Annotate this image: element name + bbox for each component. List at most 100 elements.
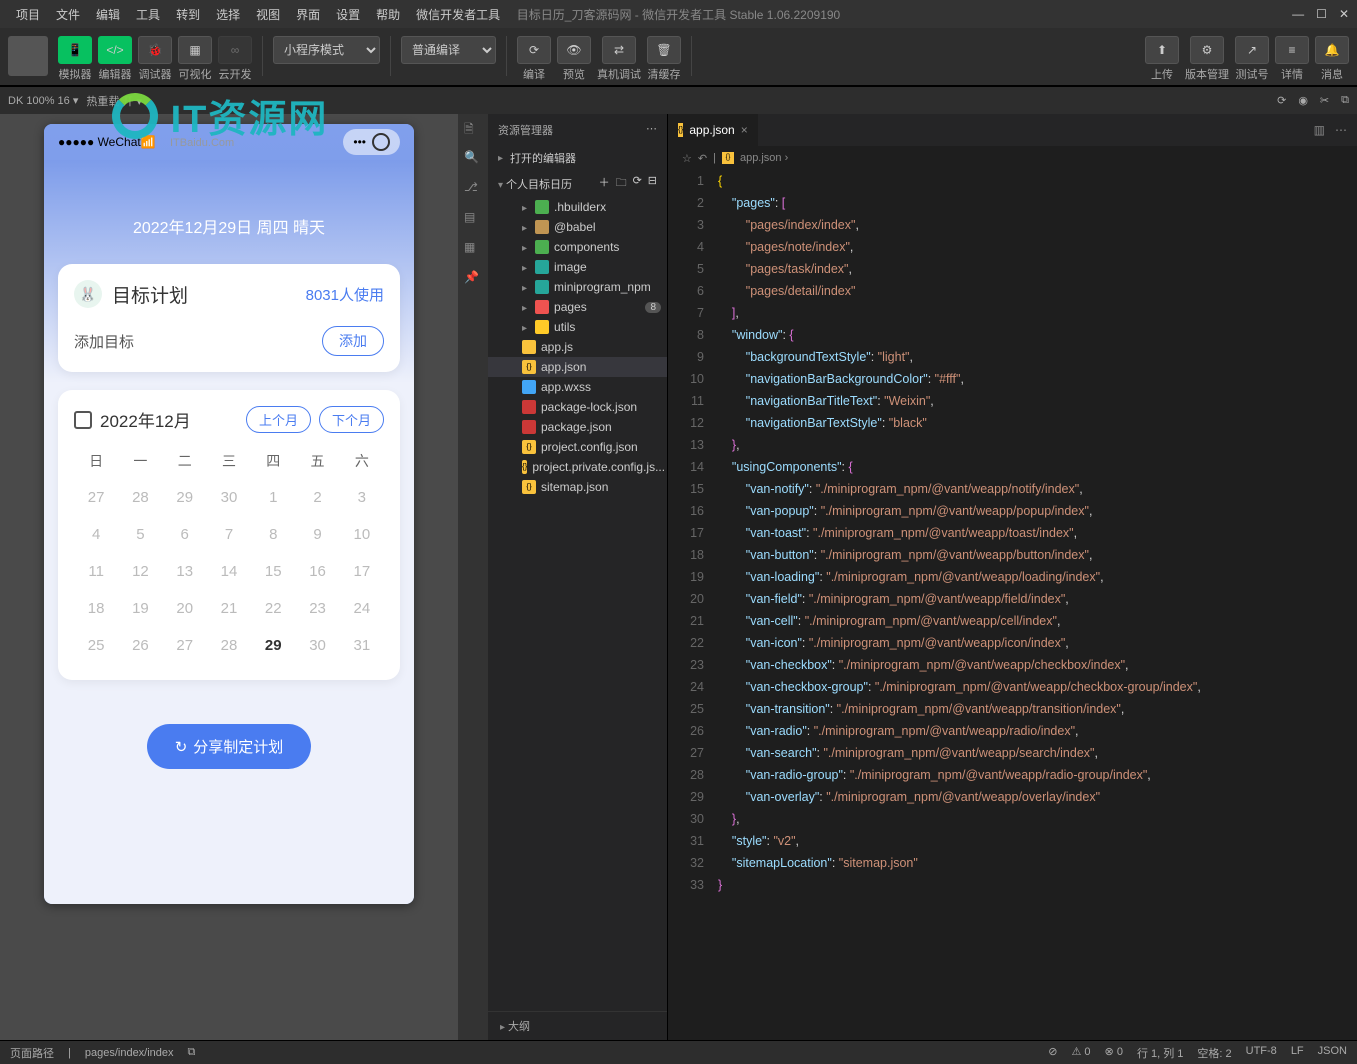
collapse-icon[interactable]: ⊟ bbox=[648, 174, 657, 193]
tree-.hbuilderx[interactable]: .hbuilderx bbox=[488, 197, 667, 217]
minimize-icon[interactable]: — bbox=[1292, 7, 1304, 21]
toolbar-消息[interactable]: 🔔 bbox=[1315, 36, 1349, 64]
toolbar-清缓存[interactable]: 🗑 bbox=[647, 36, 681, 64]
compile-select[interactable]: 普通编译 bbox=[401, 36, 496, 64]
calendar-day[interactable]: 4 bbox=[74, 516, 118, 553]
calendar-day[interactable]: 1 bbox=[251, 479, 295, 516]
calendar-day[interactable]: 16 bbox=[295, 553, 339, 590]
indent-setting[interactable]: 空格: 2 bbox=[1197, 1045, 1231, 1061]
toolbar-模拟器[interactable]: 📱 bbox=[58, 36, 92, 64]
record-icon[interactable]: ◉ bbox=[1298, 94, 1308, 107]
branch-icon[interactable]: ⎇ bbox=[464, 180, 482, 198]
calendar-day[interactable]: 20 bbox=[163, 590, 207, 627]
calendar-day[interactable]: 18 bbox=[74, 590, 118, 627]
encoding[interactable]: UTF-8 bbox=[1246, 1045, 1277, 1061]
tree-app.wxss[interactable]: app.wxss bbox=[488, 377, 667, 397]
cut-icon[interactable]: ✂ bbox=[1320, 94, 1329, 107]
close-icon[interactable]: ✕ bbox=[1339, 7, 1349, 21]
toolbar-真机调试[interactable]: ⇄ bbox=[602, 36, 636, 64]
tree-utils[interactable]: utils bbox=[488, 317, 667, 337]
calendar-day[interactable]: 22 bbox=[251, 590, 295, 627]
calendar-day[interactable]: 17 bbox=[340, 553, 384, 590]
tab-close-icon[interactable]: × bbox=[741, 123, 748, 137]
more-icon[interactable]: ⋯ bbox=[1335, 123, 1347, 137]
toolbar-详情[interactable]: ≡ bbox=[1275, 36, 1309, 64]
refresh-tree-icon[interactable]: ⟳ bbox=[633, 174, 642, 193]
toolbar-可视化[interactable]: ▦ bbox=[178, 36, 212, 64]
warning-count[interactable]: ⚠ 0 bbox=[1072, 1045, 1091, 1061]
menu-帮助[interactable]: 帮助 bbox=[368, 6, 408, 23]
calendar-day[interactable]: 12 bbox=[118, 553, 162, 590]
tree-sitemap.json[interactable]: {}sitemap.json bbox=[488, 477, 667, 497]
split-icon[interactable]: ▥ bbox=[1314, 123, 1325, 137]
calendar-day[interactable]: 13 bbox=[163, 553, 207, 590]
copy-icon[interactable]: ⧉ bbox=[188, 1046, 196, 1059]
tab-app-json[interactable]: {} app.json × bbox=[668, 114, 759, 146]
code-area[interactable]: 1234567891011121314151617181920212223242… bbox=[668, 170, 1357, 1040]
new-folder-icon[interactable]: 🗀 bbox=[616, 174, 627, 193]
calendar-day[interactable]: 2 bbox=[295, 479, 339, 516]
project-section[interactable]: 个人目标日历 ＋ 🗀 ⟳ ⊟ bbox=[488, 170, 667, 197]
calendar-day[interactable]: 30 bbox=[295, 627, 339, 664]
calendar-day[interactable]: 27 bbox=[74, 479, 118, 516]
calendar-day[interactable]: 14 bbox=[207, 553, 251, 590]
refresh-icon[interactable]: ⟳ bbox=[1277, 94, 1286, 107]
calendar-day[interactable]: 5 bbox=[118, 516, 162, 553]
calendar-day[interactable]: 19 bbox=[118, 590, 162, 627]
layout-icon[interactable]: ▤ bbox=[464, 210, 482, 228]
tree-project.config.json[interactable]: {}project.config.json bbox=[488, 437, 667, 457]
toolbar-编辑器[interactable]: </> bbox=[98, 36, 132, 64]
outline-section[interactable]: 大纲 bbox=[488, 1011, 667, 1040]
tree-app.js[interactable]: app.js bbox=[488, 337, 667, 357]
calendar-day[interactable]: 10 bbox=[340, 516, 384, 553]
explorer-icon[interactable]: 🗎 bbox=[464, 120, 482, 138]
calendar-day[interactable]: 25 bbox=[74, 627, 118, 664]
menu-工具[interactable]: 工具 bbox=[128, 6, 168, 23]
menu-选择[interactable]: 选择 bbox=[208, 6, 248, 23]
calendar-day[interactable]: 28 bbox=[207, 627, 251, 664]
calendar-day[interactable]: 8 bbox=[251, 516, 295, 553]
search-icon[interactable]: 🔍 bbox=[464, 150, 482, 168]
page-path[interactable]: pages/index/index bbox=[85, 1047, 174, 1059]
capsule-target-icon[interactable] bbox=[372, 133, 390, 151]
calendar-day[interactable]: 27 bbox=[163, 627, 207, 664]
menu-转到[interactable]: 转到 bbox=[168, 6, 208, 23]
calendar-day[interactable]: 23 bbox=[295, 590, 339, 627]
bookmark-icon[interactable]: ☆ bbox=[682, 152, 692, 165]
prev-month-button[interactable]: 上个月 bbox=[246, 406, 311, 433]
calendar-day[interactable]: 21 bbox=[207, 590, 251, 627]
breadcrumb[interactable]: ☆ ↶ | {} app.json › bbox=[668, 146, 1357, 170]
tree-project.private.config.js...[interactable]: {}project.private.config.js... bbox=[488, 457, 667, 477]
calendar-day[interactable]: 6 bbox=[163, 516, 207, 553]
tree-package-lock.json[interactable]: package-lock.json bbox=[488, 397, 667, 417]
share-plan-button[interactable]: ↻ 分享制定计划 bbox=[147, 724, 312, 769]
explorer-menu-icon[interactable]: ⋯ bbox=[646, 122, 657, 138]
menu-视图[interactable]: 视图 bbox=[248, 6, 288, 23]
calendar-day[interactable]: 15 bbox=[251, 553, 295, 590]
calendar-day[interactable]: 3 bbox=[340, 479, 384, 516]
open-editors-section[interactable]: 打开的编辑器 bbox=[488, 146, 667, 170]
menu-文件[interactable]: 文件 bbox=[48, 6, 88, 23]
cursor-position[interactable]: 行 1, 列 1 bbox=[1137, 1045, 1183, 1061]
scene-icon[interactable]: ⊘ bbox=[1048, 1045, 1057, 1061]
calendar-day[interactable]: 30 bbox=[207, 479, 251, 516]
calendar-day[interactable]: 7 bbox=[207, 516, 251, 553]
calendar-day[interactable]: 11 bbox=[74, 553, 118, 590]
tree-app.json[interactable]: {}app.json bbox=[488, 357, 667, 377]
tree-components[interactable]: components bbox=[488, 237, 667, 257]
calendar-day[interactable]: 29 bbox=[251, 627, 295, 664]
maximize-icon[interactable]: ☐ bbox=[1316, 7, 1327, 21]
toolbar-云开发[interactable]: ∞ bbox=[218, 36, 252, 64]
toolbar-测试号[interactable]: ↗ bbox=[1235, 36, 1269, 64]
hot-reload-toggle[interactable]: 热重载 开 ▾ bbox=[86, 93, 142, 109]
back-icon[interactable]: ↶ bbox=[698, 152, 707, 165]
calendar-day[interactable]: 31 bbox=[340, 627, 384, 664]
calendar-day[interactable]: 29 bbox=[163, 479, 207, 516]
toolbar-预览[interactable]: 👁 bbox=[557, 36, 591, 64]
tree-pages[interactable]: pages8 bbox=[488, 297, 667, 317]
menu-界面[interactable]: 界面 bbox=[288, 6, 328, 23]
add-button[interactable]: 添加 bbox=[322, 326, 384, 356]
toolbar-调试器[interactable]: 🐞 bbox=[138, 36, 172, 64]
menu-设置[interactable]: 设置 bbox=[328, 6, 368, 23]
pop-icon[interactable]: ⧉ bbox=[1341, 94, 1349, 107]
